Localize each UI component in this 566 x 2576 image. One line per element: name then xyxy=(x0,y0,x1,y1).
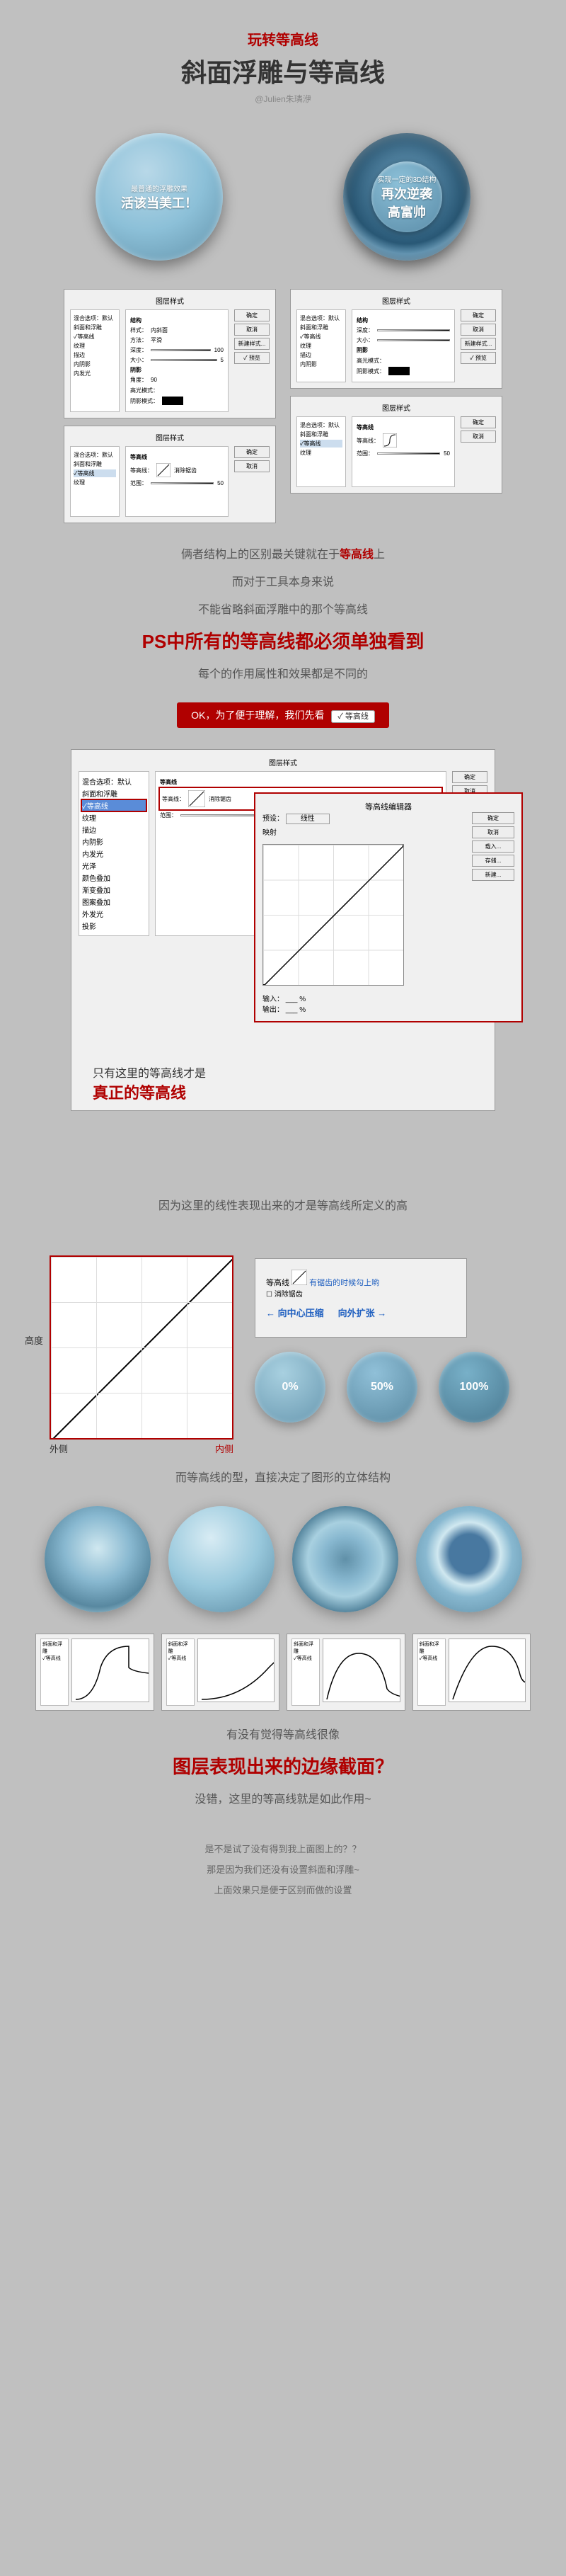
layer-style-panels: 图层样式 混合选项：默认斜面和浮雕✓等高线纹理描边内阴影内发光 结构 样式：内斜… xyxy=(35,289,531,523)
curve-panel-3: 斜面和浮雕✓等高线 xyxy=(287,1634,405,1711)
arrow-out: 向外扩张 → xyxy=(338,1306,387,1319)
footer-line: 上面效果只是便于区别而做的设置 xyxy=(35,1883,531,1896)
simple-bevel-button: 最普通的浮雕效果 活该当美工！ xyxy=(96,133,223,261)
contour-panel-left: 图层样式 混合选项：默认斜面和浮雕✓等高线纹理 等高线 等高线：消除锯齿 范围：… xyxy=(64,426,276,523)
contour-controls-box: 等高线 有锯齿的时候勾上哟 ☐ 消除锯齿 ← 向中心压缩 向外扩张 → xyxy=(255,1258,467,1338)
subtitle: 玩转等高线 xyxy=(35,28,531,49)
editor-title: 等高线编辑器 xyxy=(262,801,514,812)
bevel-panel-right: 图层样式 混合选项：默认斜面和浮雕✓等高线纹理描边内阴影 结构 深度： 大小： … xyxy=(290,289,502,389)
paragraph: 不能省略斜面浮雕中的那个等高线 xyxy=(35,600,531,617)
btn-caption: 实现一定的3D结构 xyxy=(378,173,437,184)
footer-line: 那是因为我们还没有设置斜面和浮雕~ xyxy=(35,1862,531,1876)
contour-panel-right: 图层样式 混合选项：默认斜面和浮雕✓等高线纹理 等高线 等高线： 范围：50 确… xyxy=(290,396,502,494)
curve-panel-4: 斜面和浮雕✓等高线 xyxy=(412,1634,531,1711)
contour-icon[interactable] xyxy=(291,1270,307,1285)
headline-red: PS中所有的等高线都必须单独看到 xyxy=(35,627,531,654)
contour-graph xyxy=(50,1255,233,1440)
example-buttons-row: 最普通的浮雕效果 活该当美工！ 实现一定的3D结构 再次逆袭 高富帅 xyxy=(35,133,531,261)
red-banner: OK，为了便于理解，我们先看✓ 等高线 xyxy=(177,702,389,728)
banner-row: OK，为了便于理解，我们先看✓ 等高线 xyxy=(35,702,531,728)
complex-bevel-button: 实现一定的3D结构 再次逆袭 高富帅 xyxy=(343,133,470,261)
pct-100-button: 100% xyxy=(439,1352,509,1423)
bevel-panel-left: 图层样式 混合选项：默认斜面和浮雕✓等高线纹理描边内阴影内发光 结构 样式：内斜… xyxy=(64,289,276,418)
ok-button[interactable]: 确定 xyxy=(234,309,270,321)
paragraph: 俩者结构上的区别最关键就在于等高线上 xyxy=(35,545,531,562)
curve-panels-row: 斜面和浮雕✓等高线 斜面和浮雕✓等高线 斜面和浮雕✓等高线 斜面和浮雕✓等高线 xyxy=(35,1634,531,1711)
callout-text: 只有这里的等高线才是 真正的等高线 xyxy=(93,1064,487,1103)
new-style-button[interactable]: 新建样式... xyxy=(234,338,270,350)
btn-main-text: 再次逆袭 高富帅 xyxy=(381,184,432,221)
bevel-options: 结构 样式：内斜面 方法：平滑 深度：100 大小：5 阴影 角度：90 高光模… xyxy=(125,309,229,412)
paragraph: 有没有觉得等高线很像 xyxy=(35,1725,531,1742)
header: 玩转等高线 斜面浮雕与等高线 @Julien朱璘洢 xyxy=(35,28,531,105)
dialog-buttons: 确定 取消 新建样式... ✓ 预览 xyxy=(234,309,270,412)
style-list[interactable]: 混合选项：默认斜面和浮雕✓等高线纹理描边内阴影内发光 xyxy=(70,309,120,412)
style-sidebar[interactable]: 混合选项：默认 斜面和浮雕 ✓等高线 纹理 描边 内阴影 内发光 光泽 颜色叠加… xyxy=(79,771,149,936)
author: @Julien朱璘洢 xyxy=(35,93,531,105)
headline-red: 图层表现出来的边缘截面？ xyxy=(35,1753,531,1779)
paragraph: 每个的作用属性和效果都是不同的 xyxy=(35,664,531,681)
curve-editor[interactable] xyxy=(262,844,404,986)
shape-sphere xyxy=(168,1506,275,1612)
shape-ring xyxy=(292,1506,398,1612)
percent-examples: 0% 50% 100% xyxy=(255,1352,509,1423)
paragraph: 没错，这里的等高线就是如此作用~ xyxy=(35,1789,531,1806)
footer-line: 是不是试了没有得到我上面图上的？？ xyxy=(35,1842,531,1855)
main-layer-style-panel: 图层样式 混合选项：默认 斜面和浮雕 ✓等高线 纹理 描边 内阴影 内发光 光泽… xyxy=(71,749,495,1111)
axis-label-height: 高度 xyxy=(25,1333,43,1347)
contour-thumbnail[interactable] xyxy=(188,790,205,807)
cancel-button[interactable]: 取消 xyxy=(234,324,270,336)
pct-50-button: 50% xyxy=(347,1352,417,1423)
contour-shapes-row xyxy=(35,1506,531,1612)
shape-crater xyxy=(416,1506,522,1612)
main-title: 斜面浮雕与等高线 xyxy=(35,52,531,89)
pct-0-button: 0% xyxy=(255,1352,325,1423)
preset-select[interactable]: 线性 xyxy=(286,814,330,824)
btn-main-text: 活该当美工！ xyxy=(121,193,197,212)
paragraph: 因为这里的线性表现出来的才是等高线所定义的高 xyxy=(35,1196,531,1213)
contour-editor-dialog: 等高线编辑器 预设： 线性 映射 输入： ___ % 输出： ___ % 确定 … xyxy=(254,792,523,1022)
contour-thumb-icon[interactable] xyxy=(383,433,397,448)
dialog-title: 图层样式 xyxy=(70,295,270,306)
contour-thumb-icon[interactable] xyxy=(156,463,171,477)
paragraph: 而对于工具本身来说 xyxy=(35,572,531,589)
preview-check[interactable]: ✓ 预览 xyxy=(234,352,270,364)
axis-label-outer: 外侧 xyxy=(50,1442,68,1455)
curve-panel-1: 斜面和浮雕✓等高线 xyxy=(35,1634,154,1711)
height-graph-section: 高度 外侧 内侧 等高线 有锯齿的时候勾上哟 ☐ 消除锯齿 ← 向中心压缩 向外… xyxy=(50,1255,516,1440)
btn-caption: 最普通的浮雕效果 xyxy=(131,183,187,193)
curve-panel-2: 斜面和浮雕✓等高线 xyxy=(161,1634,280,1711)
axis-label-inner: 内侧 xyxy=(215,1442,233,1455)
contour-checkbox[interactable]: ✓ 等高线 xyxy=(331,710,375,723)
paragraph: 而等高线的型，直接决定了图形的立体结构 xyxy=(35,1468,531,1485)
arrow-in: ← 向中心压缩 xyxy=(266,1306,324,1319)
shape-dome xyxy=(45,1506,151,1612)
